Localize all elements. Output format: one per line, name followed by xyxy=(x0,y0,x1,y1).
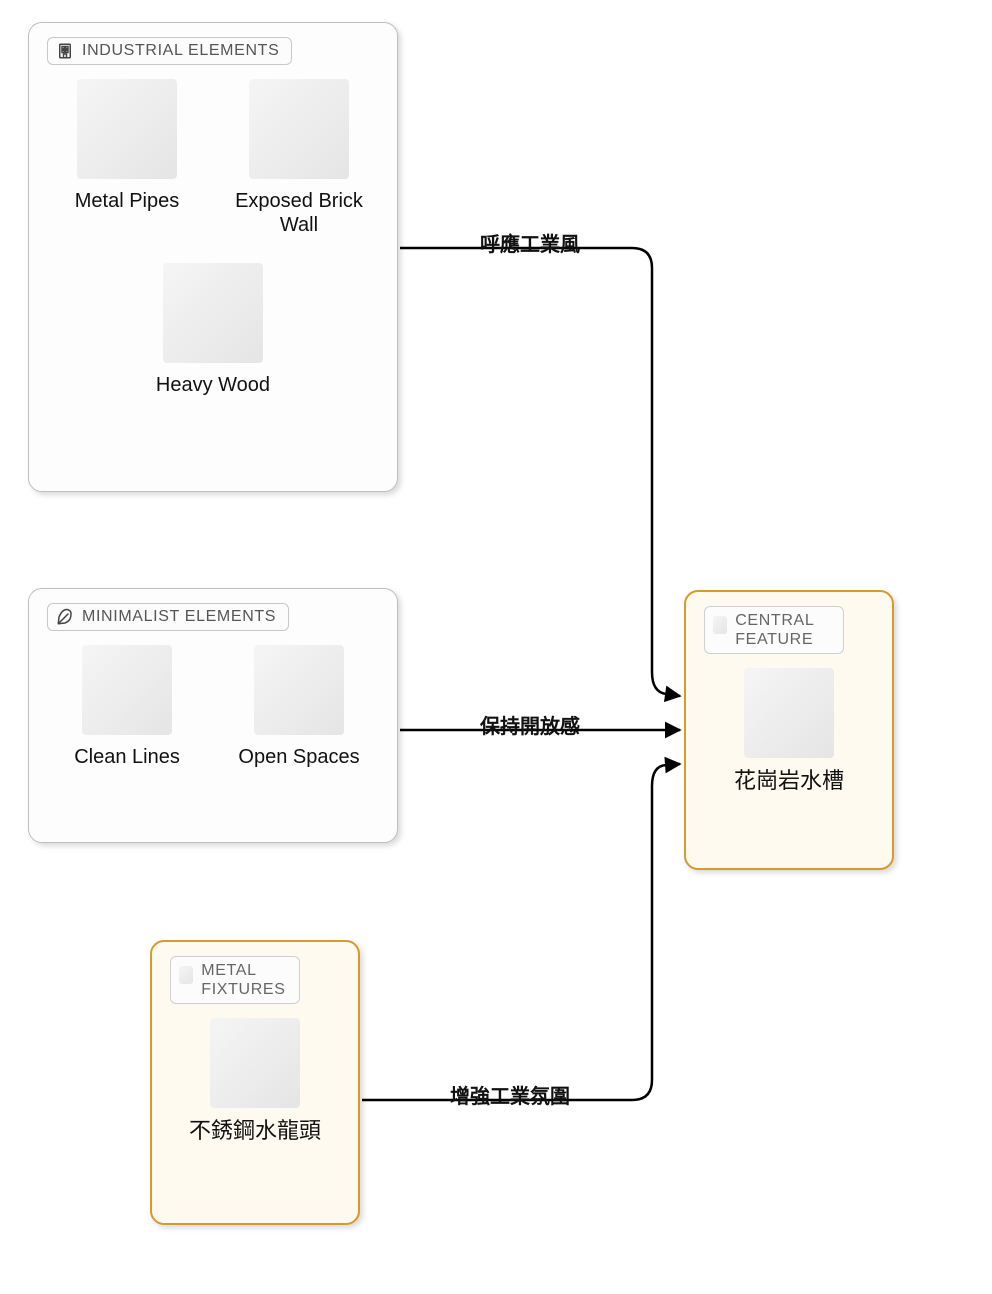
panel-central: CENTRAL FEATURE 花崗岩水槽 xyxy=(684,590,894,870)
panel-industrial: INDUSTRIAL ELEMENTS Metal Pipes Exposed … xyxy=(28,22,398,492)
item-exposed-brick: Exposed Brick Wall xyxy=(229,79,369,237)
edge-label-industrial: 呼應工業風 xyxy=(480,228,580,257)
swatch xyxy=(82,645,172,735)
panel-minimalist: MINIMALIST ELEMENTS Clean Lines Open Spa… xyxy=(28,588,398,843)
item-granite-sink: 花崗岩水槽 xyxy=(709,668,869,794)
item-faucet: 不銹鋼水龍頭 xyxy=(175,1018,335,1144)
swatch xyxy=(210,1018,300,1108)
panel-industrial-title: INDUSTRIAL ELEMENTS xyxy=(82,42,279,60)
swatch xyxy=(249,79,349,179)
panel-minimalist-title: MINIMALIST ELEMENTS xyxy=(82,608,276,626)
swatch-icon xyxy=(713,616,727,634)
panel-minimalist-header: MINIMALIST ELEMENTS xyxy=(47,603,289,631)
panel-fixtures-header: METAL FIXTURES xyxy=(170,956,300,1004)
item-metal-pipes: Metal Pipes xyxy=(57,79,197,237)
item-label: Metal Pipes xyxy=(75,189,180,213)
item-label: 花崗岩水槽 xyxy=(734,768,844,794)
item-label: Open Spaces xyxy=(238,745,359,769)
swatch-icon xyxy=(179,966,193,984)
feather-icon xyxy=(56,608,74,626)
panel-central-title: CENTRAL FEATURE xyxy=(735,611,831,649)
edge-fixtures-central xyxy=(362,764,680,1100)
edge-industrial-central xyxy=(400,248,680,696)
edge-label-minimalist: 保持開放感 xyxy=(480,710,580,739)
diagram-canvas: INDUSTRIAL ELEMENTS Metal Pipes Exposed … xyxy=(0,0,992,1294)
swatch xyxy=(163,263,263,363)
panel-fixtures-items: 不銹鋼水龍頭 xyxy=(170,1018,340,1144)
panel-minimalist-items: Clean Lines Open Spaces xyxy=(47,645,379,769)
panel-central-items: 花崗岩水槽 xyxy=(704,668,874,794)
swatch xyxy=(77,79,177,179)
item-label: Exposed Brick Wall xyxy=(229,189,369,237)
panel-fixtures-title: METAL FIXTURES xyxy=(201,961,287,999)
panel-central-header: CENTRAL FEATURE xyxy=(704,606,844,654)
item-label: 不銹鋼水龍頭 xyxy=(189,1118,321,1144)
building-icon xyxy=(56,42,74,60)
edge-label-fixtures: 增強工業氛圍 xyxy=(450,1080,570,1109)
panel-fixtures: METAL FIXTURES 不銹鋼水龍頭 xyxy=(150,940,360,1225)
swatch xyxy=(744,668,834,758)
item-label: Clean Lines xyxy=(74,745,180,769)
item-clean-lines: Clean Lines xyxy=(57,645,197,769)
item-label: Heavy Wood xyxy=(156,373,270,397)
item-heavy-wood: Heavy Wood xyxy=(143,263,283,397)
panel-industrial-header: INDUSTRIAL ELEMENTS xyxy=(47,37,292,65)
panel-industrial-items: Metal Pipes Exposed Brick Wall Heavy Woo… xyxy=(47,79,379,397)
swatch xyxy=(254,645,344,735)
item-open-spaces: Open Spaces xyxy=(229,645,369,769)
